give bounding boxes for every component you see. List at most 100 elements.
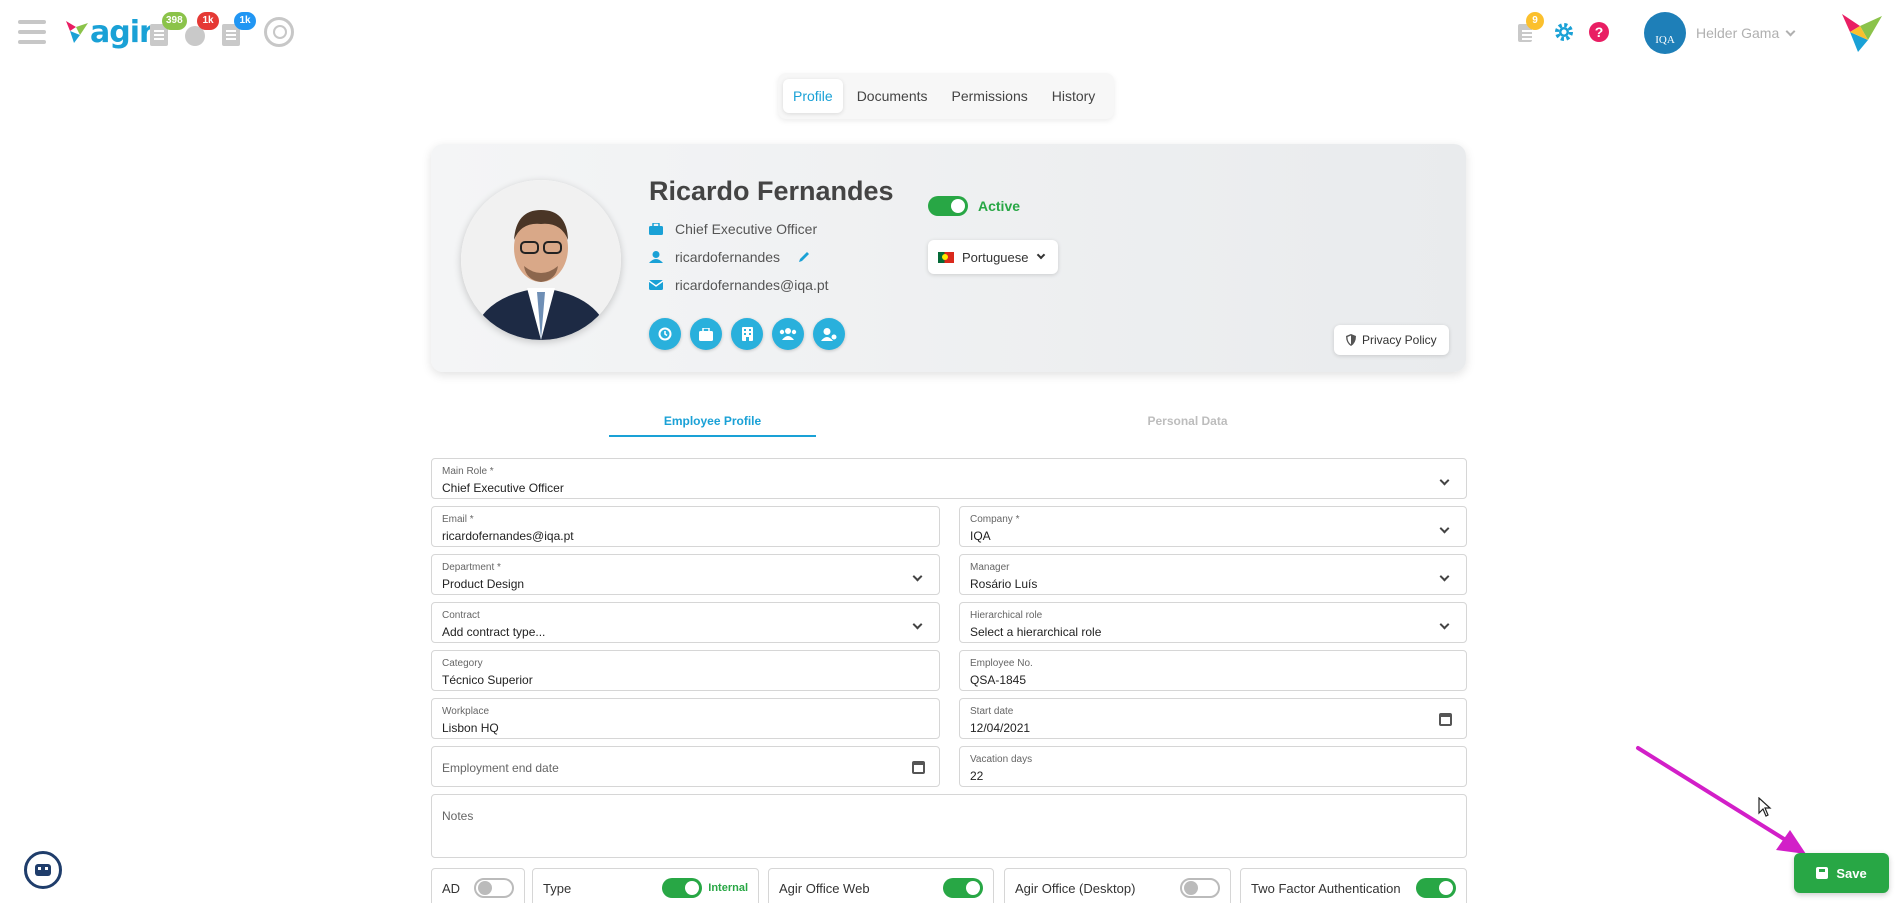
- shield-icon: [1346, 334, 1356, 346]
- settings-icon[interactable]: [1554, 22, 1574, 42]
- save-button[interactable]: Save: [1794, 853, 1889, 893]
- edit-username-icon[interactable]: [798, 251, 810, 263]
- briefcase-icon[interactable]: [690, 318, 722, 350]
- username: ricardofernandes: [675, 249, 781, 265]
- field-value: 12/04/2021: [970, 721, 1031, 735]
- field-value: Rosário Luís: [970, 577, 1038, 591]
- office-web-toggle[interactable]: [943, 878, 983, 898]
- field-label: Email *: [442, 514, 474, 525]
- status-toggle-group: Active: [928, 196, 1020, 216]
- profile-tabs: Profile Documents Permissions History: [778, 73, 1115, 119]
- field-value: Product Design: [442, 577, 525, 591]
- menu-icon[interactable]: [18, 20, 46, 44]
- office-desktop-toggle[interactable]: [1180, 878, 1220, 898]
- reports-icon[interactable]: 1k: [185, 12, 219, 46]
- field-label: Hierarchical role: [970, 610, 1043, 621]
- tab-profile[interactable]: Profile: [783, 79, 843, 113]
- field-value: Chief Executive Officer: [442, 481, 564, 495]
- tab-history[interactable]: History: [1042, 79, 1106, 113]
- calendar-icon[interactable]: [912, 761, 925, 774]
- username-row: ricardofernandes: [649, 249, 810, 265]
- field-label: Contract: [442, 610, 480, 621]
- tab-permissions[interactable]: Permissions: [942, 79, 1038, 113]
- office-web-label: Agir Office Web: [779, 880, 870, 896]
- briefcase-icon: [649, 223, 663, 235]
- field-label: Start date: [970, 706, 1014, 717]
- reports-badge: 1k: [197, 12, 219, 30]
- job-title-row: Chief Executive Officer: [649, 221, 817, 237]
- profile-photo: [461, 180, 621, 340]
- email-row: ricardofernandes@iqa.pt: [649, 277, 829, 293]
- language-select[interactable]: Portuguese: [928, 240, 1058, 274]
- chatbot-icon[interactable]: [24, 851, 62, 889]
- mouse-cursor-icon: [1758, 797, 1772, 817]
- calendar-icon[interactable]: [1439, 713, 1452, 726]
- vacation-days-field[interactable]: Vacation days 22: [959, 746, 1467, 787]
- user-settings-icon[interactable]: [813, 318, 845, 350]
- notifications-icon[interactable]: 9: [1518, 12, 1544, 46]
- agir-logo-mark: [66, 21, 88, 43]
- tab-personal-data[interactable]: Personal Data: [1084, 414, 1291, 435]
- team-icon[interactable]: [772, 318, 804, 350]
- help-icon[interactable]: ?: [1589, 22, 1609, 42]
- privacy-policy-button[interactable]: Privacy Policy: [1334, 325, 1449, 355]
- annotation-arrow: [1636, 746, 1806, 854]
- department-select[interactable]: Department * Product Design: [431, 554, 940, 595]
- floppy-disk-icon: [1816, 867, 1829, 879]
- contract-select[interactable]: Contract Add contract type...: [431, 602, 940, 643]
- field-placeholder: Notes: [442, 809, 474, 823]
- user-name: Helder Gama: [1696, 25, 1780, 41]
- tab-employee-profile[interactable]: Employee Profile: [609, 414, 816, 437]
- documents-icon[interactable]: 1k: [222, 12, 256, 46]
- ad-label: AD: [442, 880, 461, 896]
- ad-toggle-box: AD: [431, 868, 525, 903]
- main-role-select[interactable]: Main Role * Chief Executive Officer: [431, 458, 1467, 499]
- profile-actions: [649, 318, 854, 350]
- logo-text: agir: [90, 14, 154, 50]
- email-field[interactable]: Email * ricardofernandes@iqa.pt: [431, 506, 940, 547]
- notifications-badge: 9: [1526, 12, 1544, 30]
- active-toggle[interactable]: [928, 196, 968, 216]
- tab-documents[interactable]: Documents: [847, 79, 938, 113]
- start-date-field[interactable]: Start date 12/04/2021: [959, 698, 1467, 739]
- type-toggle[interactable]: [662, 878, 703, 898]
- envelope-icon: [649, 280, 663, 290]
- notes-textarea[interactable]: Notes: [431, 794, 1467, 858]
- office-web-toggle-box: Agir Office Web: [768, 868, 994, 903]
- employee-no-field[interactable]: Employee No. QSA-1845: [959, 650, 1467, 691]
- avatar: IQA: [1644, 12, 1686, 54]
- notes-icon[interactable]: 398: [150, 12, 187, 46]
- two-factor-toggle-box: Two Factor Authentication: [1240, 868, 1467, 903]
- top-bar: agir 398 1k 1k 9 ? IQA Helder Gama: [0, 0, 1897, 64]
- chevron-down-icon: [1439, 523, 1450, 534]
- language-value: Portuguese: [962, 249, 1029, 265]
- svg-text:?: ?: [1595, 24, 1604, 40]
- chevron-down-icon: [912, 571, 923, 582]
- type-state: Internal: [708, 882, 748, 894]
- field-label: Manager: [970, 562, 1010, 573]
- search-icon[interactable]: [264, 17, 294, 47]
- notes-badge: 398: [162, 12, 187, 30]
- employment-end-date-field[interactable]: Employment end date: [431, 746, 940, 787]
- ad-toggle[interactable]: [474, 878, 514, 898]
- history-icon[interactable]: [649, 318, 681, 350]
- user-menu[interactable]: IQA Helder Gama: [1644, 12, 1796, 54]
- hierarchical-role-select[interactable]: Hierarchical role Select a hierarchical …: [959, 602, 1467, 643]
- company-select[interactable]: Company * IQA: [959, 506, 1467, 547]
- field-value: IQA: [970, 529, 991, 543]
- save-label: Save: [1836, 865, 1867, 881]
- field-value: Select a hierarchical role: [970, 625, 1102, 639]
- workplace-field[interactable]: Workplace Lisbon HQ: [431, 698, 940, 739]
- two-factor-toggle[interactable]: [1416, 878, 1456, 898]
- field-label: Workplace: [442, 706, 490, 717]
- brand-bird-icon: [1842, 14, 1882, 52]
- field-value: Lisbon HQ: [442, 721, 499, 735]
- chevron-down-icon: [1785, 26, 1796, 36]
- building-icon[interactable]: [731, 318, 763, 350]
- person-name: Ricardo Fernandes: [649, 176, 894, 206]
- category-field[interactable]: Category Técnico Superior: [431, 650, 940, 691]
- chevron-down-icon: [1439, 619, 1450, 630]
- manager-select[interactable]: Manager Rosário Luís: [959, 554, 1467, 595]
- agir-logo[interactable]: agir: [66, 12, 154, 52]
- field-placeholder: Employment end date: [442, 761, 559, 775]
